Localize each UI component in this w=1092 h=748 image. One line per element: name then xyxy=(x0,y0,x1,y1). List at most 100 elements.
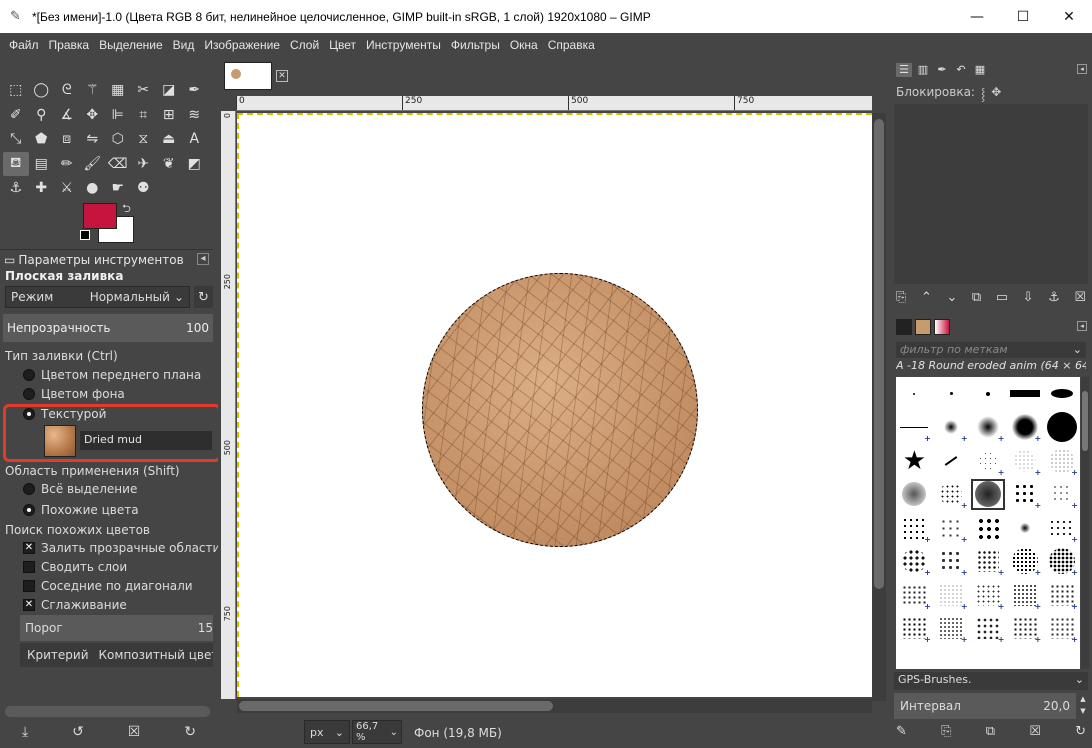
brush-item[interactable]: + xyxy=(1043,612,1080,646)
3d-transform-icon[interactable]: ⬡ xyxy=(105,127,131,152)
ellipse-select-icon[interactable]: ◯ xyxy=(29,78,55,103)
tab-menu-icon[interactable]: ◂ xyxy=(1077,64,1087,74)
menu-file[interactable]: Файл xyxy=(4,38,44,52)
brush-item[interactable]: + xyxy=(933,411,970,445)
default-colors-icon[interactable] xyxy=(80,230,90,240)
menu-tools[interactable]: Инструменты xyxy=(361,38,446,52)
heal-icon[interactable]: ✚ xyxy=(29,176,55,201)
airbrush-icon[interactable]: ✈ xyxy=(131,152,157,177)
brush-item[interactable]: + xyxy=(970,411,1007,445)
tool-options-scrollbar[interactable] xyxy=(5,706,210,717)
menu-select[interactable]: Выделение xyxy=(94,38,168,52)
clone-icon[interactable]: ⚓ xyxy=(3,176,29,201)
text-tool-icon[interactable]: ⧖ xyxy=(131,127,157,152)
by-color-select-icon[interactable]: ▦ xyxy=(105,78,131,103)
brush-item[interactable]: + xyxy=(1043,444,1080,478)
brush-item[interactable] xyxy=(970,511,1007,545)
unified-transform-icon[interactable]: ⊞ xyxy=(156,103,182,128)
brush-item[interactable] xyxy=(933,377,970,411)
mask-layer-icon[interactable]: ▭ xyxy=(996,290,1008,305)
perspective-icon[interactable]: ⧈ xyxy=(54,127,80,152)
brush-item[interactable]: + xyxy=(970,545,1007,579)
new-layer-icon[interactable]: ⎘ xyxy=(896,290,906,305)
paintbrush-icon[interactable]: 🖌 xyxy=(80,152,106,177)
scale-icon[interactable]: A xyxy=(182,127,208,152)
delete-options-icon[interactable]: ☒ xyxy=(128,724,141,740)
brush-item[interactable]: + xyxy=(896,578,933,612)
ink-icon[interactable]: ❦ xyxy=(156,152,182,177)
brush-item[interactable]: + xyxy=(896,411,933,445)
brush-item[interactable] xyxy=(1043,377,1080,411)
brush-item[interactable]: + xyxy=(933,612,970,646)
image-canvas[interactable] xyxy=(237,113,872,697)
foreground-color[interactable] xyxy=(83,203,117,229)
delete-brush-icon[interactable]: ☒ xyxy=(1029,724,1041,739)
tag-filter-input[interactable]: фильтр по меткам ⌄ xyxy=(896,342,1086,358)
perspective-clone-icon[interactable]: ⚔ xyxy=(54,176,80,201)
brush-item[interactable]: + xyxy=(1043,578,1080,612)
bucket-fill-icon[interactable]: ⛾ xyxy=(3,151,29,176)
brush-item[interactable]: + xyxy=(933,511,970,545)
edit-brush-icon[interactable]: ✎ xyxy=(896,724,907,739)
images-tab-icon[interactable]: ▦ xyxy=(972,63,988,77)
maximize-button[interactable]: ☐ xyxy=(1000,0,1046,33)
close-button[interactable]: ✕ xyxy=(1046,0,1092,33)
lock-pixels-icon[interactable]: ⸾ xyxy=(981,85,985,102)
brush-item[interactable]: + xyxy=(1006,545,1043,579)
opacity-slider[interactable]: Непрозрачность 100 xyxy=(3,314,213,342)
tab-menu-icon[interactable]: ◂ xyxy=(1077,321,1087,331)
scissors-icon[interactable]: ✂ xyxy=(131,78,157,103)
layers-list[interactable] xyxy=(894,104,1088,284)
brush-item[interactable]: + xyxy=(970,612,1007,646)
blur-icon[interactable]: ● xyxy=(80,176,106,201)
vertical-scrollbar[interactable] xyxy=(872,113,886,701)
tab-menu-icon[interactable]: ◂ xyxy=(197,253,209,265)
flip-icon[interactable]: ⇋ xyxy=(80,127,106,152)
refresh-brushes-icon[interactable]: ↻ xyxy=(1075,724,1086,739)
brush-item[interactable] xyxy=(1006,511,1043,545)
free-select-icon[interactable]: ᘓ xyxy=(54,78,80,103)
mode-reset-icon[interactable]: ↻ xyxy=(194,286,213,308)
menu-layer[interactable]: Слой xyxy=(285,38,324,52)
interval-slider[interactable]: Интервал 20,0 xyxy=(894,693,1076,719)
brush-item[interactable]: + xyxy=(896,612,933,646)
brush-item[interactable]: + xyxy=(1006,612,1043,646)
delete-layer-icon[interactable]: ☒ xyxy=(1074,290,1086,305)
menu-filters[interactable]: Фильтры xyxy=(446,38,505,52)
brush-item[interactable] xyxy=(1006,377,1043,411)
patterns-tab-icon[interactable] xyxy=(915,319,931,335)
brush-item[interactable]: + xyxy=(1006,578,1043,612)
brush-item[interactable]: + xyxy=(933,478,970,512)
restore-options-icon[interactable]: ↺ xyxy=(72,724,84,740)
horizontal-scrollbar[interactable] xyxy=(237,699,872,713)
warp-transform-icon[interactable]: ≋ xyxy=(182,103,208,128)
brush-item[interactable]: + xyxy=(1006,478,1043,512)
mypaint-icon[interactable]: ◩ xyxy=(182,152,208,177)
lock-position-icon[interactable]: ✥ xyxy=(991,85,1001,102)
smudge-icon[interactable]: ☛ xyxy=(105,176,131,201)
crop-icon[interactable]: ⌗ xyxy=(131,103,157,128)
tool-options-tab[interactable]: ▭ Параметры инструментов xyxy=(0,253,184,267)
move-icon[interactable]: ✥ xyxy=(80,103,106,128)
new-brush-icon[interactable]: ⎘ xyxy=(941,724,951,739)
brush-item[interactable]: + xyxy=(933,545,970,579)
menu-view[interactable]: Вид xyxy=(168,38,200,52)
color-picker-icon[interactable]: ✐ xyxy=(3,103,29,128)
antialias-checkbox[interactable]: ✕ Сглаживание xyxy=(23,598,127,612)
brush-item[interactable]: + xyxy=(970,444,1007,478)
fill-bg-radio[interactable]: Цветом фона xyxy=(23,387,125,401)
brushes-tab-icon[interactable] xyxy=(896,319,912,335)
close-tab-icon[interactable]: ✕ xyxy=(276,70,288,82)
unit-select[interactable]: px ⌄ xyxy=(304,720,350,744)
menu-image[interactable]: Изображение xyxy=(199,38,285,52)
brush-item[interactable]: ★ xyxy=(896,444,933,478)
menu-edit[interactable]: Правка xyxy=(44,38,95,52)
pattern-name[interactable]: Dried mud xyxy=(80,431,212,450)
zoom-icon[interactable]: ⚲ xyxy=(29,103,55,128)
brush-item[interactable] xyxy=(970,377,1007,411)
brush-item[interactable] xyxy=(896,377,933,411)
rect-select-icon[interactable]: ⬚ xyxy=(3,78,29,103)
brush-set-select[interactable]: GPS-Brushes. ⌄ xyxy=(894,672,1088,690)
pattern-thumbnail[interactable] xyxy=(44,425,76,457)
sample-merged-checkbox[interactable]: Сводить слои xyxy=(23,560,127,574)
